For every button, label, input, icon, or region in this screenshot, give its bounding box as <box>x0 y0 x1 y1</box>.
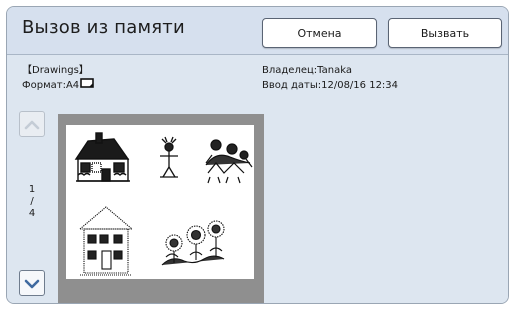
memory-recall-dialog: Вызов из памяти Отмена Вызвать 【Drawings… <box>6 6 509 304</box>
chevron-up-icon <box>24 115 40 134</box>
stick-figure-drawing <box>160 136 178 178</box>
date-label: Ввод даты: <box>262 80 322 91</box>
cancel-button[interactable]: Отмена <box>262 18 377 48</box>
dialog-title: Вызов из памяти <box>22 17 185 38</box>
chevron-down-icon <box>24 274 40 293</box>
document-name: 【Drawings】 <box>22 65 89 76</box>
sunflowers-drawing <box>161 220 225 266</box>
call-button[interactable]: Вызвать <box>388 18 502 48</box>
house-drawing <box>74 132 130 182</box>
dialog-body: 【Drawings】 Формат:A4 Владелец:Tanaka Вво… <box>7 56 508 303</box>
page-total: 4 <box>28 208 36 219</box>
date-value: 12/08/16 12:34 <box>321 80 399 91</box>
date-row: Ввод даты:12/08/16 12:34 <box>262 78 398 93</box>
scroll-down-button[interactable] <box>19 270 45 296</box>
landscape-page-icon <box>80 78 94 94</box>
owner-info: Владелец:Tanaka Ввод даты:12/08/16 12:34 <box>262 63 398 93</box>
page-current: 1 <box>28 184 36 195</box>
scroll-up-button[interactable] <box>19 111 45 137</box>
owner-label: Владелец: <box>262 65 318 76</box>
format-value: A4 <box>65 80 80 91</box>
document-info: 【Drawings】 Формат:A4 <box>22 63 94 94</box>
children-drawing <box>205 139 253 184</box>
preview-page <box>66 125 254 279</box>
page-indicator: 1 / 4 <box>19 184 45 220</box>
cottage-drawing <box>78 206 134 276</box>
page-separator: / <box>30 196 34 207</box>
document-preview <box>58 114 264 303</box>
owner-row: Владелец:Tanaka <box>262 63 398 78</box>
dialog-header: Вызов из памяти Отмена Вызвать <box>7 7 508 55</box>
owner-value: Tanaka <box>317 65 352 76</box>
format-row: Формат:A4 <box>22 78 94 94</box>
format-label: Формат: <box>22 80 66 91</box>
